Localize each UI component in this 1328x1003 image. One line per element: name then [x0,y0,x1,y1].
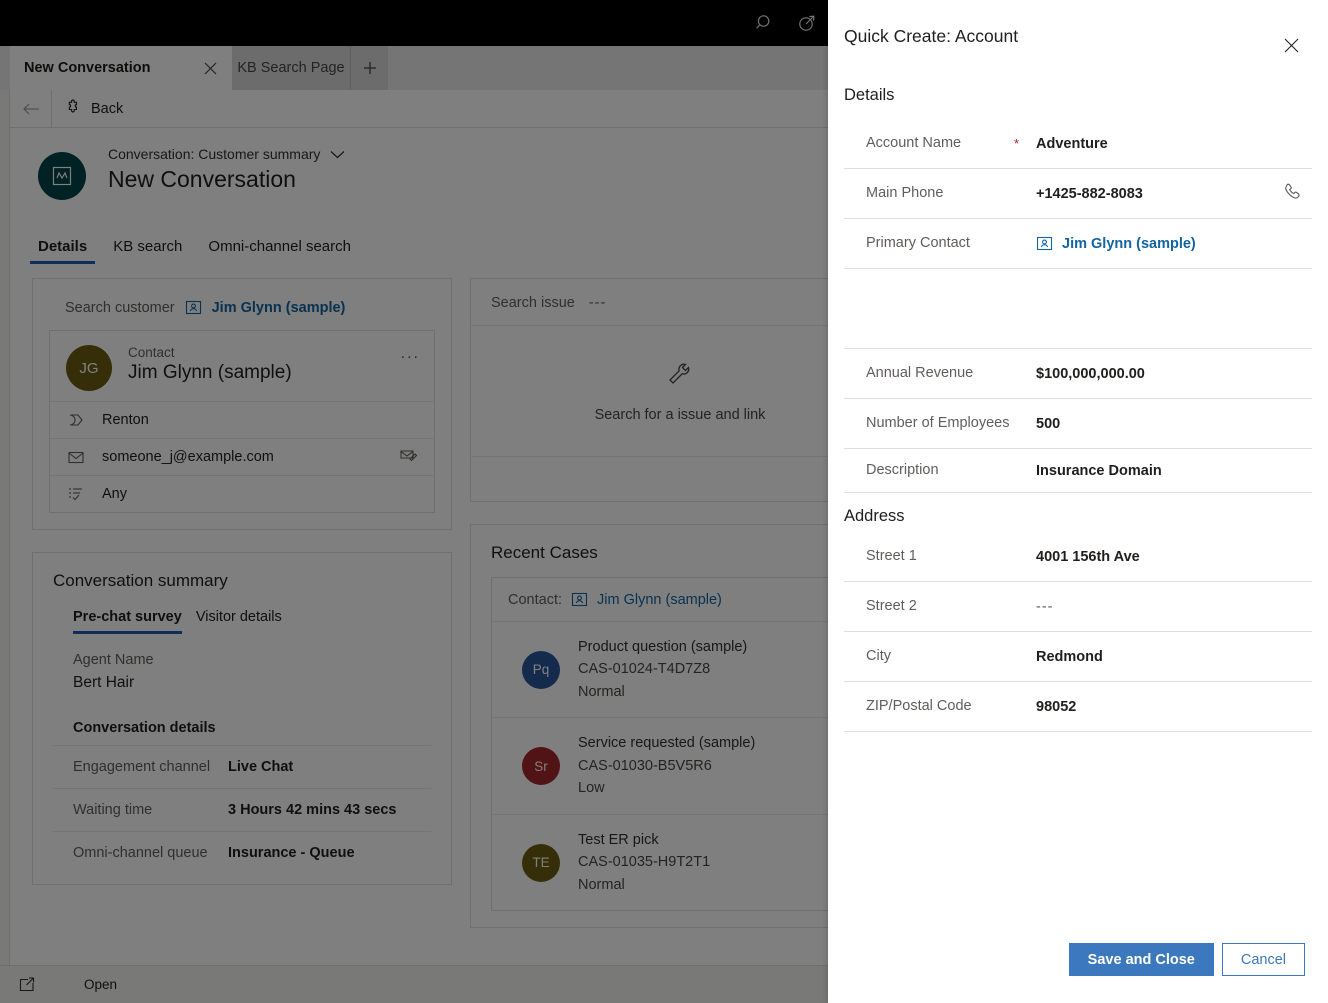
field-spacer [844,269,1312,307]
field-value: Insurance Domain [1036,463,1162,479]
cancel-button[interactable]: Cancel [1222,943,1305,976]
field-label: ZIP/Postal Code [866,697,1014,717]
field-description[interactable]: Description Insurance Domain [844,449,1312,493]
quick-create-footer: Save and Close Cancel [828,913,1328,1003]
quick-create-panel: Quick Create: Account Details Account Na… [828,0,1328,1003]
field-zip-postal-code[interactable]: ZIP/Postal Code 98052 [844,682,1312,732]
field-value: Adventure [1036,136,1108,152]
field-annual-revenue[interactable]: Annual Revenue $100,000,000.00 [844,349,1312,399]
field-value: +1425-882-8083 [1036,186,1143,202]
save-and-close-button[interactable]: Save and Close [1069,943,1214,976]
quick-create-title: Quick Create: Account [844,26,1018,47]
field-primary-contact[interactable]: Primary Contact Jim Glynn (sample) [844,219,1312,269]
field-label: Primary Contact [866,234,1014,254]
section-title-address: Address [828,507,1328,526]
quick-create-body: Details Account Name * Adventure Main Ph… [828,78,1328,913]
field-main-phone[interactable]: Main Phone +1425-882-8083 [844,169,1312,219]
field-street-2[interactable]: Street 2 --- [844,582,1312,632]
field-label: Street 1 [866,547,1014,567]
section-title-details: Details [828,86,1328,105]
contact-card-icon [1036,235,1053,252]
field-street-1[interactable]: Street 1 4001 156th Ave [844,532,1312,582]
field-spacer-bordered [844,307,1312,349]
phone-icon[interactable] [1283,182,1302,206]
close-icon[interactable] [1278,32,1304,58]
footer-button-row: Save and Close Cancel [1069,943,1305,976]
field-label: Annual Revenue [866,364,1014,384]
field-label: City [866,647,1014,667]
modal-scrim[interactable] [0,0,828,1003]
field-label: Number of Employees [866,414,1014,434]
field-value: 4001 156th Ave [1036,549,1140,565]
field-account-name[interactable]: Account Name * Adventure [844,119,1312,169]
field-city[interactable]: City Redmond [844,632,1312,682]
field-value: $100,000,000.00 [1036,366,1145,382]
required-indicator: * [1014,137,1036,150]
field-label: Account Name [866,134,1014,154]
field-value: Jim Glynn (sample) [1062,236,1196,252]
field-label: Description [866,461,1014,481]
field-label: Main Phone [866,184,1014,204]
field-value: Redmond [1036,649,1103,665]
field-label: Street 2 [866,597,1014,617]
screen: New Conversation KB Search Page [0,0,1328,1003]
field-value: 500 [1036,416,1060,432]
field-value-lookup[interactable]: Jim Glynn (sample) [1036,235,1196,252]
field-number-of-employees[interactable]: Number of Employees 500 [844,399,1312,449]
field-value: --- [1036,599,1054,615]
field-value: 98052 [1036,699,1076,715]
